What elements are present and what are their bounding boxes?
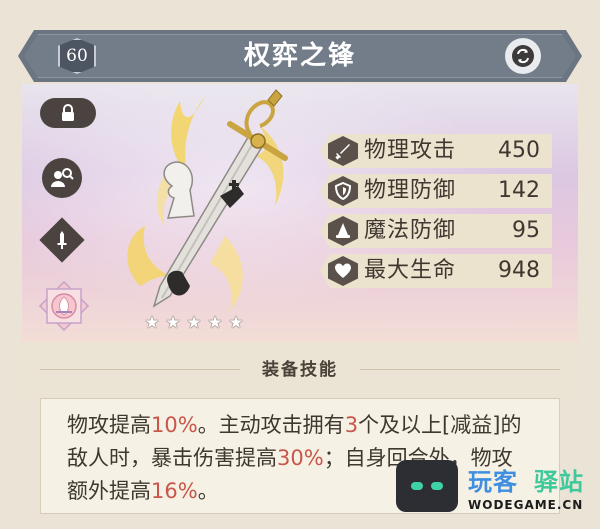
rarity-star: ★ [144, 313, 160, 333]
swap-button[interactable] [505, 38, 541, 74]
logo-eye [431, 482, 443, 490]
stat-value: 95 [512, 218, 540, 243]
logo-eye [411, 482, 423, 490]
weapon-type-badge [39, 217, 85, 263]
rarity-stars: ★ ★ ★ ★ ★ [143, 314, 245, 332]
heart-icon [335, 263, 351, 278]
magnify-user-icon [51, 168, 74, 187]
lock-button[interactable] [40, 98, 96, 128]
desc-highlight: 16% [151, 479, 198, 503]
watermark-logo [396, 460, 458, 512]
watermark-url: WODEGAME.CN [468, 498, 584, 512]
rarity-star: ★ [228, 313, 244, 333]
inspect-button[interactable] [40, 156, 84, 200]
rarity-star: ★ [165, 313, 181, 333]
shield-icon [334, 182, 352, 200]
lotus-emblem-icon [38, 280, 90, 332]
stat-value: 142 [498, 178, 540, 203]
stat-label: 物理攻击 [364, 138, 457, 163]
desc-highlight: 10% [151, 413, 198, 437]
stat-value: 450 [498, 138, 540, 163]
wizard-hat-icon [336, 223, 350, 238]
weapon-illustration [127, 89, 288, 311]
lock-icon [62, 104, 74, 121]
watermark-name-1: 玩客 [468, 468, 518, 496]
stat-label: 魔法防御 [364, 218, 457, 243]
stat-value: 948 [498, 258, 540, 283]
desc-text: 。 [197, 479, 219, 503]
rarity-star: ★ [186, 313, 202, 333]
desc-text: 物攻提高 [67, 413, 151, 437]
desc-text: 。主动攻击拥有 [197, 413, 345, 437]
swap-icon [512, 45, 534, 67]
stat-label: 最大生命 [364, 258, 457, 283]
rarity-star: ★ [207, 313, 223, 333]
weapon-type-diamond [39, 217, 85, 263]
watermark-name-2: 驿站 [534, 468, 584, 496]
inspect-disc [42, 158, 82, 198]
stat-label: 物理防御 [364, 178, 457, 203]
desc-highlight: 30% [277, 446, 324, 470]
skill-header: 装备技能 [262, 360, 338, 380]
desc-highlight: 3 [344, 413, 359, 437]
sword-icon [335, 144, 350, 160]
sword-icon [57, 231, 67, 249]
watermark: 玩客 驿站 WODEGAME.CN [394, 456, 594, 522]
emblem-badge [36, 278, 92, 334]
